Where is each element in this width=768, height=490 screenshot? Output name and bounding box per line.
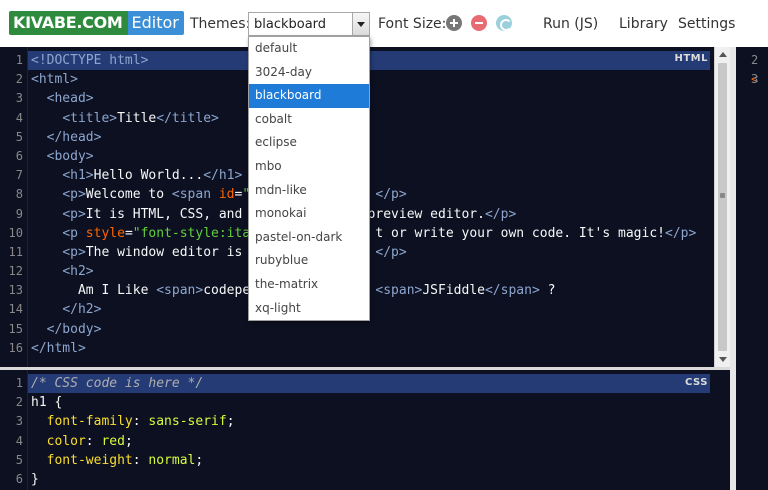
line-number: 6 <box>15 471 23 486</box>
code-line[interactable]: font-weight: normal; <box>31 451 710 470</box>
code-line[interactable]: </body> <box>31 320 710 339</box>
theme-dropdown-list[interactable]: default 3024-day blackboard cobalt eclip… <box>248 36 370 321</box>
code-line[interactable]: h1 { <box>31 393 710 412</box>
run-js-button[interactable]: Run (JS) <box>543 16 598 32</box>
line-number: 8 <box>15 187 23 202</box>
vertical-scrollbar[interactable] <box>714 47 730 367</box>
code-line[interactable]: color: red; <box>31 432 710 451</box>
font-reset-icon[interactable] <box>496 15 512 31</box>
theme-option[interactable]: the-matrix <box>249 273 369 297</box>
css-gutter: 1 2 3 4 5 6 <box>0 370 28 490</box>
theme-option[interactable]: default <box>249 37 369 61</box>
code-line[interactable]: <head> <box>31 89 710 108</box>
themes-label: Themes: <box>190 16 251 32</box>
settings-menu[interactable]: Settings <box>678 16 735 32</box>
html-code-area[interactable]: <!DOCTYPE html> <html> <head> <title>Titl… <box>28 51 710 358</box>
code-line[interactable]: font-family: sans-serif; <box>31 412 710 431</box>
theme-select-value: blackboard <box>254 17 327 32</box>
line-number: 2 < <box>751 53 759 87</box>
line-number: 9 <box>15 206 23 221</box>
code-line[interactable]: </html> <box>31 339 710 358</box>
line-number: 7 <box>15 168 23 183</box>
theme-option[interactable]: mbo <box>249 155 369 179</box>
code-line[interactable]: <html> <box>31 70 710 89</box>
line-number: 1 <box>15 53 23 67</box>
library-menu[interactable]: Library <box>619 16 668 32</box>
font-decrease-icon[interactable] <box>471 15 487 31</box>
logo-brand: KIVABE.COM <box>9 11 128 35</box>
font-increase-icon[interactable] <box>446 15 462 31</box>
line-number: 13 <box>8 283 23 298</box>
theme-option[interactable]: 3024-day <box>249 61 369 85</box>
html-gutter: 1 2 3 4 5 6 7 8 9 10 11 12 13 14 15 16 <box>0 47 28 367</box>
line-number: 4 <box>15 110 23 125</box>
logo-product: Editor <box>127 11 184 35</box>
line-number: 3 <box>751 72 759 87</box>
css-pane-label: CSS <box>685 377 708 388</box>
theme-select[interactable]: blackboard <box>248 12 370 36</box>
theme-option[interactable]: monokai <box>249 202 369 226</box>
js-editor[interactable]: 2 < 3 <box>736 47 768 490</box>
theme-option-selected[interactable]: blackboard <box>249 84 369 108</box>
code-line[interactable]: <p style="font-style:ita t or write your… <box>31 224 710 243</box>
theme-option[interactable]: eclipse <box>249 131 369 155</box>
scrollbar-thumb[interactable] <box>718 63 727 351</box>
js-gutter: 2 < 3 <box>736 51 768 89</box>
code-line[interactable]: <h2> <box>31 262 710 281</box>
code-line[interactable]: <p>It is HTML, CSS, and preview editor.<… <box>31 205 710 224</box>
code-line[interactable]: </h2> <box>31 300 710 319</box>
code-line[interactable]: <body> <box>31 147 710 166</box>
line-number: 12 <box>8 264 23 279</box>
scroll-down-icon[interactable] <box>719 357 727 362</box>
html-pane-label: HTML <box>674 53 708 64</box>
code-line[interactable]: <title>Title</title> <box>31 109 710 128</box>
theme-option[interactable]: xq-light <box>249 297 369 321</box>
logo[interactable]: KIVABE.COM Editor <box>9 11 184 35</box>
theme-option[interactable]: cobalt <box>249 108 369 132</box>
line-number: 15 <box>8 321 23 336</box>
top-bar: KIVABE.COM Editor Themes: blackboard Fon… <box>0 0 768 47</box>
line-number: 14 <box>8 302 23 317</box>
line-number: 10 <box>8 225 23 240</box>
code-line[interactable]: /* CSS code is here */ <box>28 374 710 394</box>
font-size-label: Font Size: <box>378 16 447 32</box>
code-line[interactable]: } <box>31 470 710 489</box>
code-line[interactable]: <h1>Hello World...</h1> <box>31 166 710 185</box>
line-number: 6 <box>15 148 23 163</box>
line-number: 3 <box>15 91 23 106</box>
theme-option[interactable]: pastel-on-dark <box>249 226 369 250</box>
theme-option[interactable]: mdn-like <box>249 179 369 203</box>
scrollbar-grip-icon <box>720 193 725 198</box>
line-number: 2 <box>15 72 23 87</box>
chevron-down-icon[interactable] <box>352 13 369 35</box>
code-line[interactable]: <p>The window editor is </p> <box>31 243 710 262</box>
line-number: 4 <box>15 433 23 448</box>
theme-option[interactable]: rubyblue <box>249 249 369 273</box>
line-number: 1 <box>15 376 23 390</box>
scroll-up-icon[interactable] <box>719 52 727 57</box>
css-code-area[interactable]: /* CSS code is here */h1 { font-family: … <box>28 374 710 489</box>
line-number: 2 <box>15 395 23 410</box>
code-line[interactable]: Am I Like <span>codepe <span>JSFiddle</s… <box>31 281 710 300</box>
line-number: 5 <box>15 129 23 144</box>
css-editor[interactable]: 1 2 3 4 5 6 /* CSS code is here */h1 { f… <box>0 370 730 490</box>
line-number: 5 <box>15 452 23 467</box>
code-line[interactable]: </head> <box>31 128 710 147</box>
code-line[interactable]: <p>Welcome to <span id=" </p> <box>31 185 710 204</box>
line-number: 16 <box>8 340 23 355</box>
line-number: 11 <box>8 244 23 259</box>
line-number: 3 <box>15 414 23 429</box>
